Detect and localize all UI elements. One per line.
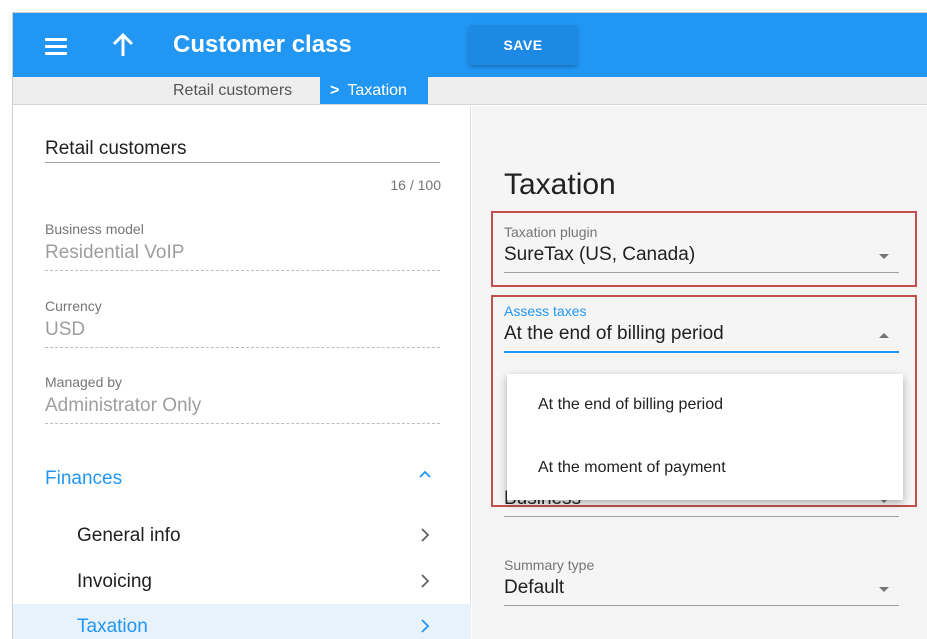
summary-type-value[interactable]: Default (504, 577, 899, 606)
nav-item-label: General info (77, 525, 181, 546)
breadcrumb: Retail customers > Taxation (13, 77, 927, 105)
caret-down-icon (879, 254, 889, 259)
left-panel: Retail customers 16 / 100 Business model… (13, 106, 471, 639)
assess-taxes-label: Assess taxes (504, 303, 587, 319)
nav-item-invoicing[interactable]: Invoicing (13, 559, 471, 603)
dropdown-option[interactable]: At the moment of payment (507, 437, 903, 499)
right-panel: Taxation Taxation plugin SureTax (US, Ca… (472, 106, 927, 639)
summary-type-select[interactable]: Summary type Default (504, 557, 899, 606)
managed-by-label: Managed by (45, 374, 123, 390)
taxation-plugin-label: Taxation plugin (504, 224, 598, 240)
arrow-up-icon[interactable] (111, 32, 135, 58)
business-model-value: Residential VoIP (45, 242, 440, 271)
chevron-up-icon[interactable] (417, 466, 433, 482)
assess-taxes-value[interactable]: At the end of billing period (504, 323, 899, 353)
finances-section-toggle[interactable]: Finances (45, 468, 122, 490)
taxation-plugin-select[interactable]: Taxation plugin SureTax (US, Canada) (504, 224, 899, 273)
caret-up-icon (879, 333, 889, 338)
dropdown-option[interactable]: At the end of billing period (507, 374, 903, 436)
assess-taxes-select[interactable]: Assess taxes At the end of billing perio… (504, 303, 899, 353)
nav-item-taxation[interactable]: Taxation (13, 604, 471, 639)
nav-item-label: Taxation (77, 616, 148, 637)
summary-type-label: Summary type (504, 557, 595, 573)
taxation-plugin-value[interactable]: SureTax (US, Canada) (504, 244, 899, 273)
app-window: Customer class SAVE Retail customers > Ta… (12, 12, 927, 639)
chevron-right-icon (421, 528, 430, 542)
section-heading: Taxation (504, 168, 616, 201)
assess-taxes-dropdown-menu: At the end of billing period At the mome… (507, 374, 903, 500)
app-header: Customer class SAVE (13, 13, 927, 77)
currency-value: USD (45, 319, 440, 348)
breadcrumb-parent-link[interactable]: Retail customers (173, 82, 292, 100)
chevron-right-icon (421, 574, 430, 588)
page-title: Customer class (173, 31, 352, 58)
breadcrumb-current-label: Taxation (347, 82, 407, 99)
managed-by-value: Administrator Only (45, 395, 440, 424)
currency-label: Currency (45, 298, 102, 314)
hamburger-menu-icon[interactable] (45, 37, 67, 55)
save-button[interactable]: SAVE (469, 25, 577, 65)
nav-item-label: Invoicing (77, 571, 152, 592)
breadcrumb-current: > Taxation (320, 77, 428, 104)
chevron-right-icon (421, 619, 430, 633)
business-model-label: Business model (45, 221, 144, 237)
caret-down-icon (879, 587, 889, 592)
name-char-counter: 16 / 100 (390, 177, 441, 193)
customer-class-name-input[interactable]: Retail customers (45, 139, 440, 163)
chevron-right-icon: > (330, 82, 340, 99)
nav-item-general-info[interactable]: General info (13, 513, 471, 557)
